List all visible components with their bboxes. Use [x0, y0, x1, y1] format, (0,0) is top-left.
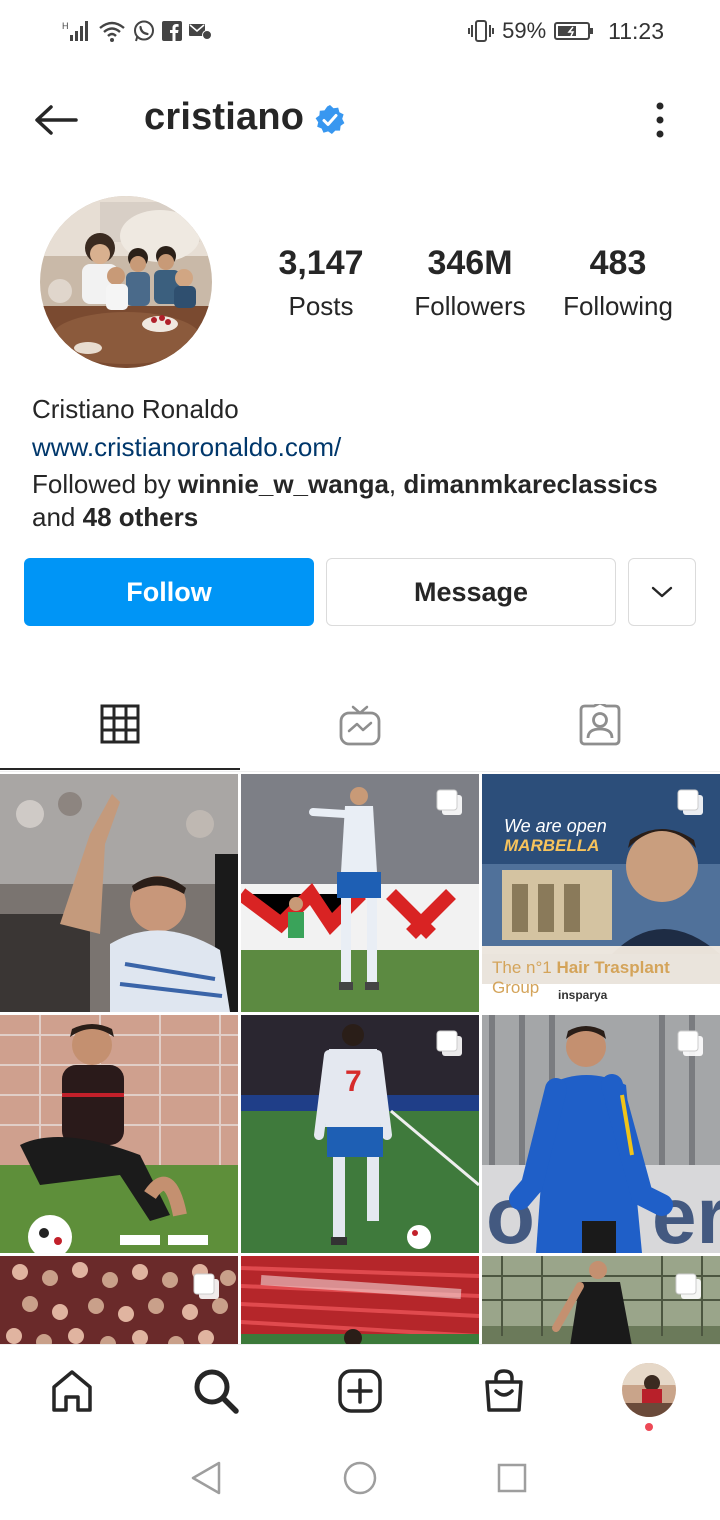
following-label: Following: [563, 291, 673, 321]
message-button[interactable]: Message: [326, 558, 616, 626]
grid-post[interactable]: [0, 1256, 238, 1344]
posts-grid: We are open MARBELLA The n°1 Hair Traspl…: [0, 774, 720, 1344]
back-triangle-icon: [191, 1461, 221, 1495]
promo-text-open: We are open: [504, 816, 607, 836]
grid-post[interactable]: [482, 1256, 720, 1344]
multiple-photos-icon: [193, 1273, 219, 1299]
shop-icon: [485, 1369, 523, 1412]
profile-avatar: [622, 1363, 676, 1417]
promo-slogan-post: Group: [492, 978, 540, 997]
profile-bio: Cristiano Ronaldo www.cristianoronaldo.c…: [32, 392, 692, 534]
grid-post[interactable]: [241, 1256, 479, 1344]
wifi-icon: [98, 19, 126, 43]
system-recents-button[interactable]: [490, 1456, 534, 1500]
back-button[interactable]: [28, 96, 84, 144]
nav-search-button[interactable]: [188, 1363, 244, 1419]
svg-text:7: 7: [345, 1065, 362, 1098]
chevron-down-icon: [651, 586, 673, 598]
igtv-icon: [339, 705, 381, 746]
system-back-button[interactable]: [184, 1456, 228, 1500]
tab-posts-grid[interactable]: [0, 680, 240, 770]
profile-stats: 3,147 Posts 346M Followers 483 Following: [250, 244, 700, 334]
search-icon: [194, 1369, 239, 1414]
android-navigation-bar: [0, 1434, 720, 1520]
following-count[interactable]: 483 Following: [550, 244, 686, 322]
notification-icons: H: [62, 16, 212, 46]
tab-tagged[interactable]: [480, 680, 720, 770]
post-thumbnail: [241, 1256, 479, 1344]
nav-profile-avatar[interactable]: [622, 1363, 676, 1417]
grid-icon: [100, 704, 140, 744]
followers-count[interactable]: 346M Followers: [400, 244, 540, 322]
back-arrow-icon: [35, 105, 78, 135]
tab-igtv[interactable]: [240, 680, 480, 770]
grid-post[interactable]: [0, 774, 238, 1012]
post-thumbnail: [0, 1015, 238, 1253]
battery-icon: [554, 21, 594, 41]
nav-shop-button[interactable]: [476, 1363, 532, 1419]
new-post-icon: [338, 1369, 382, 1413]
multiple-photos-icon: [436, 789, 462, 815]
mutual-follower-link[interactable]: winnie_w_wanga: [178, 469, 389, 499]
status-bar: H 59% 11:23: [0, 0, 720, 62]
promo-slogan-pre: The n°1: [492, 958, 557, 977]
followed-by-middle: and: [32, 502, 83, 532]
more-options-button[interactable]: [640, 96, 680, 144]
mutual-follower-link[interactable]: dimanmkareclassics: [403, 469, 657, 499]
system-indicators: 59% 11:23: [468, 16, 664, 46]
multiple-photos-icon: [675, 1273, 701, 1299]
suggested-accounts-dropdown-button[interactable]: [628, 558, 696, 626]
following-value: 483: [589, 244, 647, 282]
promo-brand: insparya: [558, 988, 608, 1002]
home-circle-icon: [343, 1461, 377, 1495]
profile-avatar-image[interactable]: [40, 196, 212, 368]
battery-percent: 59%: [502, 18, 547, 43]
followed-by-text: Followed by winnie_w_wanga, dimanmkarecl…: [32, 468, 692, 534]
home-icon: [52, 1370, 92, 1412]
whatsapp-icon: [132, 19, 156, 43]
profile-header: cristiano: [0, 70, 720, 170]
posts-count[interactable]: 3,147 Posts: [250, 244, 392, 322]
recents-square-icon: [497, 1463, 527, 1493]
followed-by-separator: ,: [388, 469, 404, 499]
posts-value: 3,147: [278, 244, 364, 282]
sms-icon: [188, 21, 212, 41]
website-link[interactable]: www.cristianoronaldo.com/: [32, 428, 692, 466]
grid-post[interactable]: 7: [241, 1015, 479, 1253]
posts-label: Posts: [288, 291, 354, 321]
vibrate-icon: [468, 19, 495, 43]
nav-home-button[interactable]: [44, 1363, 100, 1419]
followers-value: 346M: [427, 244, 513, 282]
grid-post[interactable]: os er: [482, 1015, 720, 1253]
facebook-icon: [162, 21, 182, 41]
multiple-photos-icon: [436, 1030, 462, 1056]
bottom-navigation-bar: [0, 1344, 720, 1434]
followers-label: Followers: [414, 291, 526, 321]
network-signal-icon: H: [62, 19, 92, 43]
profile-content-tabs: [0, 680, 720, 772]
multiple-photos-icon: [677, 1030, 703, 1056]
family-photo: [40, 196, 212, 368]
followed-by-prefix: Followed by: [32, 469, 178, 499]
clock: 11:23: [608, 17, 664, 44]
post-thumbnail: [0, 774, 238, 1012]
tagged-user-icon: [579, 704, 621, 746]
notification-dot: [645, 1423, 653, 1431]
page-title-username: cristiano: [144, 96, 305, 138]
follow-button[interactable]: Follow: [24, 558, 314, 626]
promo-slogan-bold: Hair Trasplant: [556, 958, 670, 977]
nav-new-post-button[interactable]: [332, 1363, 388, 1419]
grid-post[interactable]: [0, 1015, 238, 1253]
verified-badge-icon: [315, 105, 345, 134]
svg-text:H: H: [62, 21, 69, 31]
promo-text-city: MARBELLA: [504, 836, 600, 855]
multiple-photos-icon: [677, 789, 703, 815]
grid-post[interactable]: [241, 774, 479, 1012]
more-options-icon: [656, 102, 664, 138]
grid-post[interactable]: We are open MARBELLA The n°1 Hair Traspl…: [482, 774, 720, 1012]
mutual-followers-others-link[interactable]: 48 others: [83, 502, 199, 532]
full-name: Cristiano Ronaldo: [32, 394, 239, 424]
system-home-button[interactable]: [338, 1456, 382, 1500]
